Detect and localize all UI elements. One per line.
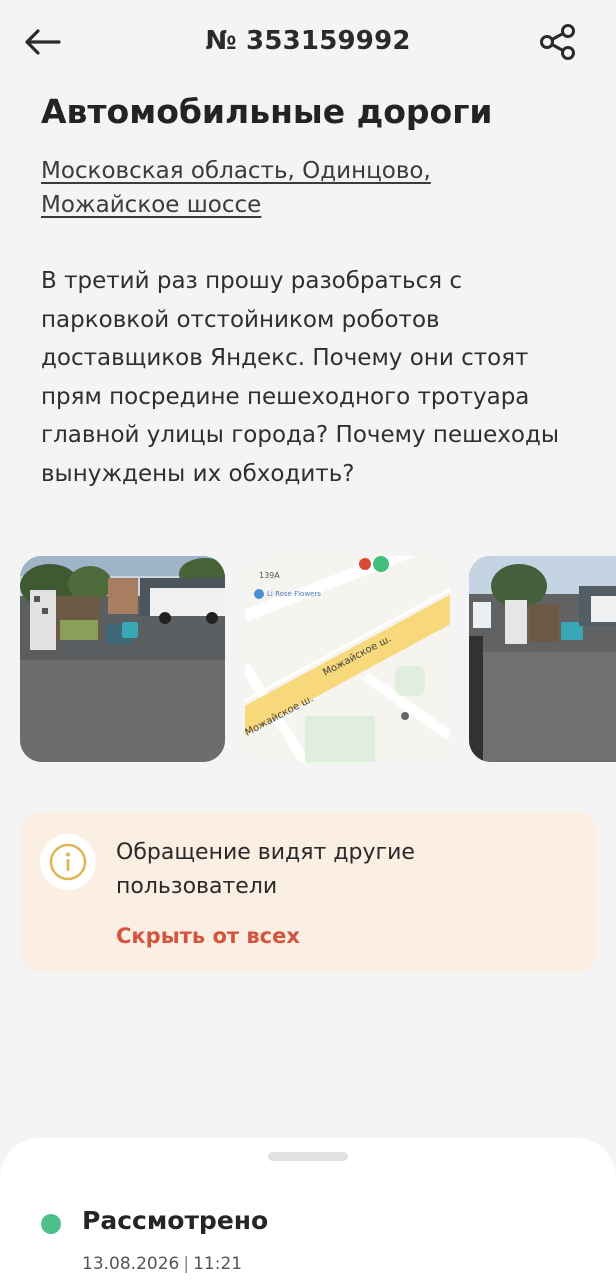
share-icon (540, 24, 575, 60)
timestamp-divider: | (183, 1254, 190, 1274)
photo-thumbnail[interactable] (20, 556, 225, 762)
address-link[interactable]: Московская область, Одинцово, Можайское … (41, 154, 481, 222)
visibility-notice: Обращение видят другие пользователи Скры… (20, 812, 596, 972)
status-timestamp: 13.08.2026 | 11:21 (82, 1254, 242, 1274)
category-title: Автомобильные дороги (41, 92, 493, 131)
status-indicator-dot (41, 1214, 61, 1234)
map-image: 139А Li Rose Flowers Можайское ш. Можайс… (245, 556, 450, 762)
map-label: 139А (259, 571, 280, 580)
drag-handle[interactable] (268, 1152, 348, 1161)
hide-from-all-link[interactable]: Скрыть от всех (116, 924, 300, 948)
street-photo-image (20, 556, 225, 762)
map-label: Li Rose Flowers (267, 590, 321, 598)
street-photo-image (469, 556, 616, 762)
photo-gallery[interactable]: 139А Li Rose Flowers Можайское ш. Можайс… (20, 556, 616, 762)
status-date: 13.08.2026 (82, 1254, 180, 1274)
photo-thumbnail[interactable] (469, 556, 616, 762)
info-icon (40, 834, 96, 890)
visibility-notice-text: Обращение видят другие пользователи (116, 840, 415, 899)
status-label: Рассмотрено (82, 1206, 269, 1235)
appeal-description: В третий раз прошу разобраться с парковк… (41, 268, 560, 487)
map-thumbnail[interactable]: 139А Li Rose Flowers Можайское ш. Можайс… (245, 556, 450, 762)
status-bottom-sheet[interactable]: Рассмотрено 13.08.2026 | 11:21 (0, 1138, 616, 1280)
status-time: 11:21 (193, 1254, 243, 1274)
appeal-number: № 353159992 (205, 26, 411, 56)
share-button[interactable] (536, 20, 580, 64)
top-bar: № 353159992 (0, 0, 616, 86)
